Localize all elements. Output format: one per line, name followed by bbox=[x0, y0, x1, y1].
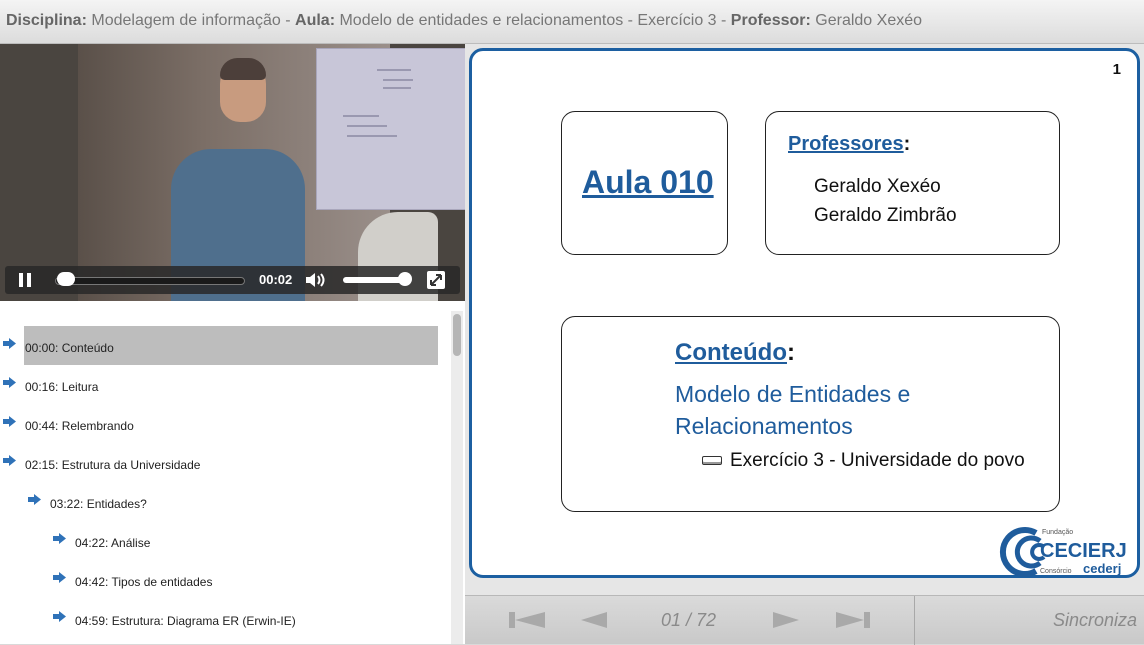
arrow-right-icon bbox=[53, 611, 66, 622]
video-controls: 00:02 bbox=[5, 266, 460, 294]
logo-consorcio: Consórcio bbox=[1040, 568, 1072, 575]
cecierj-logo: Fundação CECIERJ Consórcio cederj bbox=[990, 525, 1136, 577]
separator: - bbox=[280, 12, 296, 29]
current-time: 00:02 bbox=[259, 272, 293, 287]
chapter-item[interactable]: 04:42: Tipos de entidades bbox=[0, 560, 440, 599]
aula-title: Aula 010 bbox=[582, 164, 714, 200]
presenter-hair bbox=[220, 58, 266, 80]
conteudo-label: Conteúdo bbox=[675, 339, 787, 366]
video-frame bbox=[78, 44, 465, 301]
professor-name: Geraldo Zimbrão bbox=[814, 205, 957, 226]
bullet-icon bbox=[702, 456, 722, 465]
professor-value: Geraldo Xexéo bbox=[815, 12, 923, 29]
logo-cederj: cederj bbox=[1083, 561, 1121, 576]
colon: : bbox=[786, 339, 795, 366]
chapter-label: 02:15: Estrutura da Universidade bbox=[25, 458, 201, 472]
first-slide-icon[interactable] bbox=[507, 610, 547, 630]
chapter-label: 00:44: Relembrando bbox=[25, 419, 134, 433]
previous-slide-icon[interactable] bbox=[579, 610, 619, 630]
arrow-right-icon bbox=[3, 338, 16, 349]
professores-label: Professores bbox=[788, 133, 904, 155]
video-player[interactable]: 00:02 bbox=[0, 44, 465, 301]
whiteboard-image bbox=[316, 48, 465, 210]
aula-box: Aula 010 bbox=[561, 111, 728, 255]
scrollbar-thumb[interactable] bbox=[453, 314, 461, 356]
chapter-item[interactable]: 00:00: Conteúdo bbox=[0, 326, 440, 365]
last-slide-icon[interactable] bbox=[834, 610, 874, 630]
conteudo-line: Relacionamentos bbox=[675, 413, 853, 439]
next-slide-icon[interactable] bbox=[771, 610, 811, 630]
conteudo-box: Conteúdo: Modelo de Entidades e Relacion… bbox=[561, 316, 1060, 512]
chapter-item[interactable]: 04:59: Estrutura: Diagrama ER (Erwin-IE) bbox=[0, 599, 440, 638]
conteudo-subitem: Exercício 3 - Universidade do povo bbox=[702, 450, 1025, 472]
slide: 1 Aula 010 Professores: Geraldo Xexéo Ge… bbox=[469, 48, 1140, 578]
arrow-right-icon bbox=[28, 494, 41, 505]
slide-number: 1 bbox=[1112, 61, 1121, 78]
course-title: Disciplina: Modelagem de informação - Au… bbox=[6, 12, 922, 30]
arrow-right-icon bbox=[53, 572, 66, 583]
arrow-right-icon bbox=[3, 455, 16, 466]
volume-icon[interactable] bbox=[305, 272, 329, 288]
seek-bar[interactable] bbox=[55, 277, 245, 285]
logo-fundacao: Fundação bbox=[1042, 529, 1073, 536]
conteudo-heading: Conteúdo: bbox=[675, 339, 795, 367]
professor-label: Professor: bbox=[730, 12, 811, 29]
chapter-item[interactable]: 02:15: Estrutura da Universidade bbox=[0, 443, 440, 482]
chapter-list: 00:00: Conteúdo 00:16: Leitura 00:44: Rele… bbox=[0, 301, 465, 644]
chapter-label: 00:16: Leitura bbox=[25, 380, 99, 394]
arrow-right-icon bbox=[3, 416, 16, 427]
nav-divider bbox=[914, 596, 915, 645]
slide-navigation: 01 / 72 Sincroniza bbox=[465, 595, 1144, 645]
title-bar: Disciplina: Modelagem de informação - Au… bbox=[0, 0, 1144, 44]
colon: : bbox=[903, 133, 911, 155]
chapter-item[interactable]: 03:22: Entidades? bbox=[0, 482, 440, 521]
professores-heading: Professores: bbox=[788, 133, 910, 156]
slide-panel: 1 Aula 010 Professores: Geraldo Xexéo Ge… bbox=[465, 44, 1144, 595]
separator: - bbox=[716, 12, 731, 29]
logo-cecierj: CECIERJ bbox=[1040, 540, 1127, 562]
chapter-item[interactable]: 00:44: Relembrando bbox=[0, 404, 440, 443]
conteudo-subitem-text: Exercício 3 - Universidade do povo bbox=[730, 450, 1025, 471]
chapter-item[interactable]: 04:22: Análise bbox=[0, 521, 440, 560]
aula-label: Aula: bbox=[295, 12, 336, 29]
chapter-label: 04:22: Análise bbox=[75, 536, 151, 550]
disciplina-value: Modelagem de informação bbox=[91, 12, 281, 29]
chapter-item[interactable]: 00:16: Leitura bbox=[0, 365, 440, 404]
seek-handle[interactable] bbox=[57, 272, 75, 286]
chapter-scrollbar[interactable] bbox=[451, 311, 463, 644]
chapter-label: 04:59: Estrutura: Diagrama ER (Erwin-IE) bbox=[75, 614, 296, 628]
chapter-label: 04:42: Tipos de entidades bbox=[75, 575, 213, 589]
arrow-right-icon bbox=[53, 533, 66, 544]
fullscreen-icon[interactable] bbox=[427, 271, 445, 289]
professores-box: Professores: Geraldo Xexéo Geraldo Zimbr… bbox=[765, 111, 1060, 255]
pause-icon[interactable] bbox=[19, 273, 33, 287]
disciplina-label: Disciplina: bbox=[6, 12, 87, 29]
volume-handle[interactable] bbox=[398, 272, 412, 286]
arrow-right-icon bbox=[3, 377, 16, 388]
aula-value: Modelo de entidades e relacionamentos - … bbox=[339, 12, 717, 29]
chapter-label: 00:00: Conteúdo bbox=[25, 341, 114, 355]
chapter-label: 03:22: Entidades? bbox=[50, 497, 147, 511]
sync-button[interactable]: Sincroniza bbox=[1053, 610, 1137, 631]
professor-name: Geraldo Xexéo bbox=[814, 176, 941, 197]
conteudo-line: Modelo de Entidades e bbox=[675, 381, 911, 407]
page-indicator: 01 / 72 bbox=[661, 610, 717, 630]
